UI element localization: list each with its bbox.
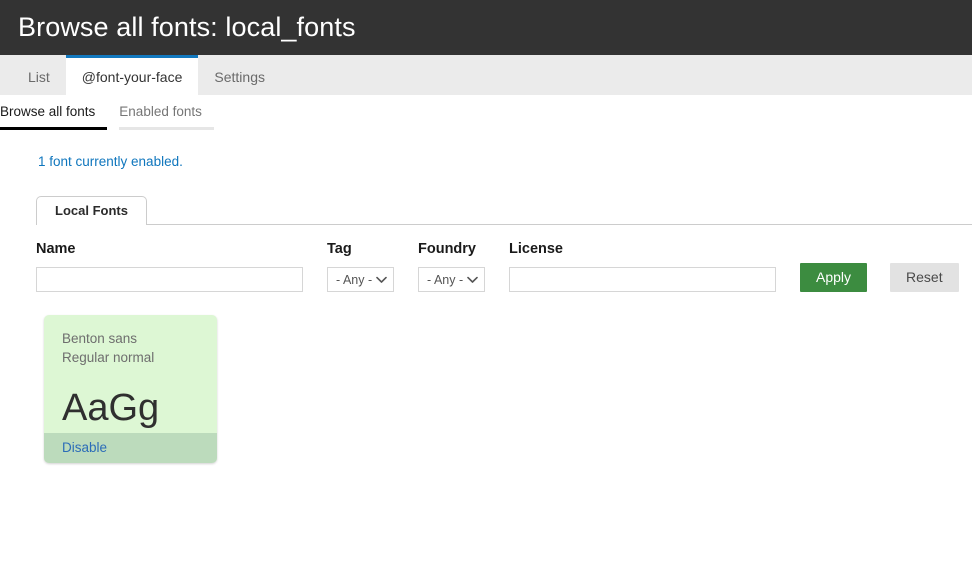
enabled-fonts-status-link[interactable]: 1 font currently enabled.: [0, 130, 972, 169]
subtab-browse-all-fonts[interactable]: Browse all fonts: [0, 95, 108, 130]
field-name: Name: [36, 241, 303, 292]
font-card: Benton sans Regular normal AaGg Disable: [44, 315, 217, 464]
foundry-select[interactable]: - Any -: [418, 267, 485, 292]
foundry-select-wrapper: - Any -: [418, 267, 485, 292]
tag-label: Tag: [327, 241, 352, 257]
group-tab-local-fonts[interactable]: Local Fonts: [36, 196, 147, 225]
tag-select[interactable]: - Any -: [327, 267, 394, 292]
field-license: License: [509, 241, 776, 292]
reset-button[interactable]: Reset: [890, 262, 959, 292]
font-variant: Regular normal: [62, 350, 155, 366]
field-tag: Tag - Any -: [327, 241, 394, 292]
font-card-footer: Disable: [44, 433, 217, 464]
group-tab-rule: [36, 224, 972, 225]
primary-tab-bar: List @font-your-face Settings: [0, 55, 972, 95]
page-title: Browse all fonts: local_fonts: [18, 12, 356, 42]
subtab-enabled-fonts[interactable]: Enabled fonts: [119, 95, 214, 130]
font-card-body: Benton sans Regular normal AaGg: [44, 315, 217, 433]
font-name: Benton sans: [62, 331, 138, 346]
font-card-list: Benton sans Regular normal AaGg Disable: [0, 292, 972, 464]
tag-select-wrapper: - Any -: [327, 267, 394, 292]
apply-button[interactable]: Apply: [800, 262, 868, 292]
name-input[interactable]: [36, 267, 303, 292]
disable-font-link[interactable]: Disable: [62, 440, 107, 455]
filter-actions: Apply Reset: [800, 262, 959, 292]
foundry-label: Foundry: [418, 241, 476, 257]
license-label: License: [509, 241, 563, 257]
name-label: Name: [36, 241, 76, 257]
license-input[interactable]: [509, 267, 776, 292]
tab-font-your-face[interactable]: @font-your-face: [65, 55, 199, 95]
secondary-tab-bar: Browse all fonts Enabled fonts: [0, 95, 972, 130]
main-content: 1 font currently enabled. Local Fonts Na…: [0, 130, 972, 464]
tab-list[interactable]: List: [12, 55, 66, 95]
field-foundry: Foundry - Any -: [418, 241, 485, 292]
font-source-tab-group: Local Fonts: [0, 195, 972, 225]
font-sample-preview: AaGg: [62, 387, 160, 430]
tab-settings[interactable]: Settings: [198, 55, 281, 95]
font-filter-form: Name Tag - Any - Foundry - Any - License…: [0, 225, 972, 292]
page-header: Browse all fonts: local_fonts: [0, 0, 972, 55]
